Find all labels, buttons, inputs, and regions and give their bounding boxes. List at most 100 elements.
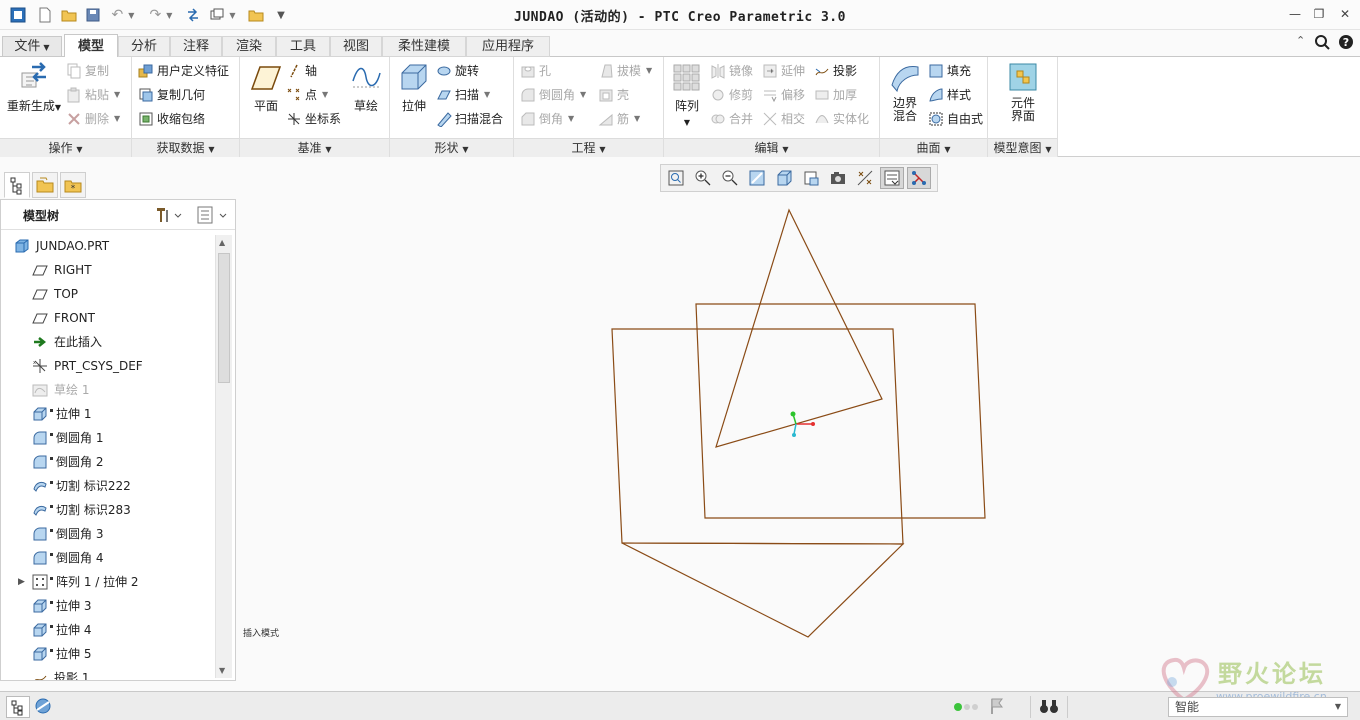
tree-item[interactable]: 切割 标识222: [32, 475, 131, 497]
find-binoculars-icon[interactable]: [1030, 696, 1068, 718]
extrude-button[interactable]: 拉伸: [394, 61, 434, 114]
close-button[interactable]: ✕: [1334, 5, 1356, 23]
expand-icon[interactable]: ▶: [18, 571, 25, 593]
toggle-navigator-icon[interactable]: [6, 696, 30, 718]
sweep-icon: [436, 87, 452, 103]
feature-marker-icon: [50, 409, 53, 412]
selection-filter-dropdown[interactable]: 智能 ▼: [1168, 697, 1348, 717]
intersect-button[interactable]: 相交: [762, 109, 805, 129]
saved-orientations-icon[interactable]: [799, 167, 823, 189]
tree-item[interactable]: 拉伸 1: [32, 403, 91, 425]
plane-button[interactable]: 平面: [246, 61, 286, 114]
group-shapes-label[interactable]: 形状 ▼: [390, 138, 513, 157]
round-button[interactable]: 倒圆角 ▼: [520, 85, 586, 105]
axis-button[interactable]: 轴: [286, 61, 317, 81]
zoom-out-icon[interactable]: [718, 167, 742, 189]
tree-item[interactable]: 拉伸 5: [32, 643, 91, 665]
tab-view[interactable]: 视图: [330, 36, 382, 57]
tree-item[interactable]: FRONT: [32, 307, 95, 329]
perspective-icon[interactable]: [853, 167, 877, 189]
hole-icon: [520, 63, 536, 79]
pattern-button[interactable]: 阵列 ▼: [668, 61, 706, 128]
tree-item[interactable]: 拉伸 3: [32, 595, 91, 617]
tab-applications[interactable]: 应用程序: [466, 36, 550, 57]
tree-item[interactable]: JUNDAO.PRT: [14, 235, 109, 257]
revolve-button[interactable]: 旋转: [436, 61, 479, 81]
chamfer-icon: [520, 111, 536, 127]
offset-button[interactable]: 偏移: [762, 85, 805, 105]
merge-button[interactable]: 合并: [710, 109, 753, 129]
component-interface-button[interactable]: 元件 界面: [1002, 61, 1044, 123]
draft-button[interactable]: 拔模 ▼: [598, 61, 652, 81]
tree-item[interactable]: 草绘 1: [32, 379, 89, 401]
minimize-ribbon-icon[interactable]: ⌃: [1296, 34, 1310, 54]
svg-text:x: x: [33, 360, 36, 366]
annotation-display-icon[interactable]: [907, 167, 931, 189]
scroll-up-icon[interactable]: ▲: [219, 238, 225, 247]
datum-plane-icon: [32, 262, 48, 278]
group-editing-label[interactable]: 编辑 ▼: [664, 138, 879, 157]
project-button[interactable]: 投影: [814, 61, 857, 81]
boundary-blend-button[interactable]: 边界 混合: [884, 61, 926, 123]
shell-button[interactable]: 壳: [598, 85, 629, 105]
rib-button[interactable]: 筋 ▼: [598, 109, 640, 129]
trim-button[interactable]: 修剪: [710, 85, 753, 105]
repaint-icon[interactable]: [745, 167, 769, 189]
point-button[interactable]: 点 ▼: [286, 85, 328, 105]
tree-item-label: 倒圆角 3: [56, 527, 104, 541]
chamfer-button[interactable]: 倒角 ▼: [520, 109, 574, 129]
tree-item[interactable]: 倒圆角 3: [32, 523, 103, 545]
tab-flexible-modeling[interactable]: 柔性建模: [382, 36, 466, 57]
extrude-icon: [32, 622, 48, 638]
group-datum-label[interactable]: 基准 ▼: [240, 138, 389, 157]
view-manager-icon[interactable]: [826, 167, 850, 189]
tree-item-label: PRT_CSYS_DEF: [54, 359, 143, 373]
freestyle-button[interactable]: 自由式: [928, 109, 983, 129]
sketch-button[interactable]: 草绘: [346, 61, 386, 114]
help-icon[interactable]: ?: [1338, 34, 1356, 54]
minimize-button[interactable]: —: [1284, 5, 1306, 23]
tree-item[interactable]: 投影 1: [32, 667, 89, 680]
tree-item[interactable]: ▶ 阵列 1 / 拉伸 2: [18, 571, 139, 593]
tree-item[interactable]: 倒圆角 4: [32, 547, 103, 569]
group-model-intent-label[interactable]: 模型意图 ▼: [988, 138, 1057, 157]
refit-icon[interactable]: [664, 167, 688, 189]
restore-button[interactable]: ❐: [1308, 5, 1330, 23]
tree-item-label: JUNDAO.PRT: [36, 239, 110, 253]
tree-item[interactable]: 切割 标识283: [32, 499, 131, 521]
scroll-thumb[interactable]: [218, 253, 230, 383]
tree-item[interactable]: 倒圆角 2: [32, 451, 103, 473]
tree-item[interactable]: 拉伸 4: [32, 619, 91, 641]
trim-icon: [710, 87, 726, 103]
graphics-window[interactable]: [238, 160, 1360, 690]
search-icon[interactable]: [1314, 34, 1332, 54]
sweep-button[interactable]: 扫描 ▼: [436, 85, 490, 105]
tree-item[interactable]: RIGHT: [32, 259, 92, 281]
flag-icon[interactable]: [988, 696, 1008, 718]
group-surfaces-label[interactable]: 曲面 ▼: [880, 138, 987, 157]
display-style-icon[interactable]: [772, 167, 796, 189]
zoom-in-icon[interactable]: [691, 167, 715, 189]
thicken-button[interactable]: 加厚: [814, 85, 857, 105]
style-button[interactable]: 样式: [928, 85, 971, 105]
csys-button[interactable]: 坐标系: [286, 109, 341, 129]
model-tree-scrollbar[interactable]: ▲ ▼: [215, 235, 232, 678]
solidify-button[interactable]: 实体化: [814, 109, 869, 129]
datum-display-filters-icon[interactable]: [880, 167, 904, 189]
swept-blend-button[interactable]: 扫描混合: [436, 109, 503, 129]
hole-button[interactable]: 孔: [520, 61, 551, 81]
tree-item[interactable]: x PRT_CSYS_DEF: [32, 355, 143, 377]
tree-item[interactable]: TOP: [32, 283, 78, 305]
mirror-button[interactable]: 镜像: [710, 61, 753, 81]
group-engineering-label[interactable]: 工程 ▼: [514, 138, 663, 157]
fill-button[interactable]: 填充: [928, 61, 971, 81]
toggle-browser-icon[interactable]: [32, 696, 54, 718]
tab-render[interactable]: 渲染: [222, 36, 276, 57]
csys-icon: x: [32, 358, 48, 374]
tree-item[interactable]: 在此插入: [32, 331, 102, 353]
tab-tools[interactable]: 工具: [276, 36, 330, 57]
scroll-down-icon[interactable]: ▼: [219, 666, 225, 675]
extend-button[interactable]: 延伸: [762, 61, 805, 81]
feature-marker-icon: [50, 529, 53, 532]
tree-item[interactable]: 倒圆角 1: [32, 427, 103, 449]
